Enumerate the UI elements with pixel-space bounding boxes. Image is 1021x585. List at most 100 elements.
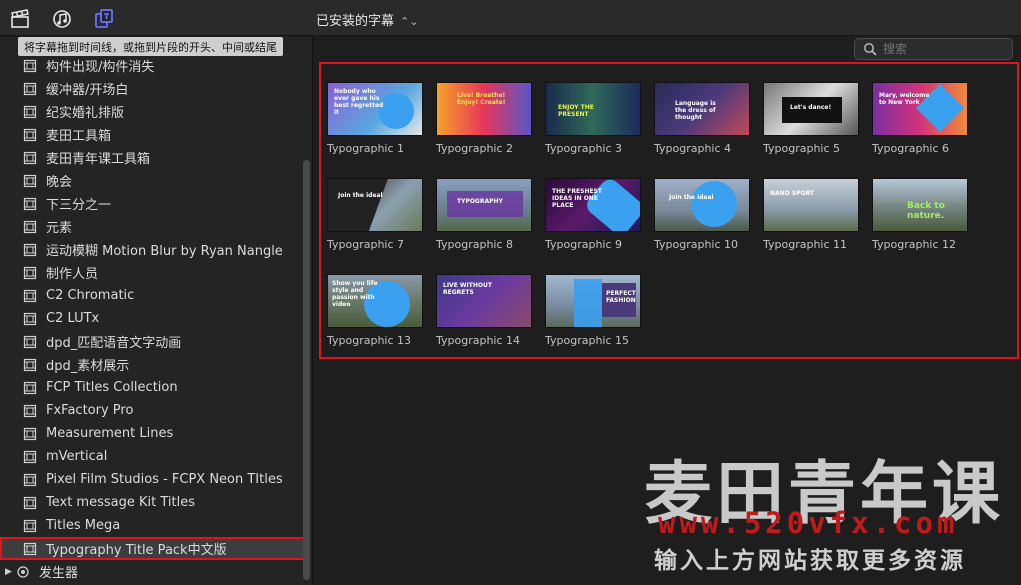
title-thumbnail[interactable]: Show you life style and passion with vid… <box>327 274 423 328</box>
title-tile-label: Typographic 11 <box>763 238 848 251</box>
title-thumbnail[interactable]: Let's dance! <box>763 82 859 136</box>
chevron-updown-icon: ⌃⌄ <box>400 15 419 28</box>
thumbnail-text: Join the ideal <box>338 192 383 199</box>
title-category-icon <box>23 404 37 418</box>
title-category-icon <box>23 197 37 211</box>
title-tile-label: Typographic 2 <box>436 142 514 155</box>
title-thumbnail[interactable]: TYPOGRAPHY <box>436 178 532 232</box>
sidebar-item[interactable]: Typography Title Pack中文版 <box>0 537 305 560</box>
title-tile[interactable]: Show you life style and passion with vid… <box>327 274 423 347</box>
sidebar-item[interactable]: 运动模糊 Motion Blur by Ryan Nangle <box>0 238 305 261</box>
music-note-icon[interactable] <box>52 9 72 29</box>
title-tile[interactable]: Back to nature. Typographic 12 <box>872 178 968 251</box>
titles-icon[interactable] <box>94 9 114 29</box>
sidebar-item[interactable]: 制作人员 <box>0 261 305 284</box>
title-tile-label: Typographic 14 <box>436 334 521 347</box>
sidebar-scrollbar[interactable] <box>303 160 310 580</box>
title-thumbnail[interactable]: Join the ideal <box>654 178 750 232</box>
title-tile[interactable]: TYPOGRAPHY Typographic 8 <box>436 178 532 251</box>
thumbnail-text: NANO SPORT <box>770 190 815 197</box>
sidebar-item[interactable]: C2 Chromatic <box>0 284 305 307</box>
search-input[interactable] <box>883 42 1003 56</box>
sidebar-item[interactable]: 构件出现/构件消失 <box>0 54 305 77</box>
title-tile[interactable]: Nobody who ever gave his best regretted … <box>327 82 423 155</box>
title-thumbnail[interactable]: PERFECT FASHION <box>545 274 641 328</box>
watermark-caption: 输入上方网站获取更多资源 <box>654 548 966 574</box>
title-thumbnail[interactable]: THE FRESHEST IDEAS IN ONE PLACE <box>545 178 641 232</box>
sidebar-item[interactable]: Pixel Film Studios - FCPX Neon TItles <box>0 468 305 491</box>
title-tile[interactable]: Join the ideal Typographic 10 <box>654 178 750 251</box>
thumbnail-text: Join the ideal <box>669 194 714 201</box>
thumbnail-text: Back to nature. <box>907 201 945 222</box>
title-thumbnail[interactable]: NANO SPORT <box>763 178 859 232</box>
title-tile-label: Typographic 10 <box>654 238 739 251</box>
title-thumbnail[interactable]: LIVE WITHOUT REGRETS <box>436 274 532 328</box>
title-tile[interactable]: Language is the dress of thought Typograp… <box>654 82 750 155</box>
sidebar-item-label: 构件出现/构件消失 <box>46 60 155 75</box>
sidebar-item-label: Measurement Lines <box>46 426 174 441</box>
title-category-icon <box>23 105 37 119</box>
sidebar-item-label: 缓冲器/开场白 <box>46 83 129 98</box>
title-tile-label: Typographic 3 <box>545 142 623 155</box>
disclosure-triangle-icon[interactable]: ▶ <box>5 567 13 577</box>
title-tile[interactable]: NANO SPORT Typographic 11 <box>763 178 859 251</box>
sidebar-item-label: 发生器 <box>39 566 79 581</box>
search-field[interactable] <box>854 38 1013 60</box>
sidebar-item[interactable]: Measurement Lines <box>0 422 305 445</box>
sidebar-item-label: 元素 <box>46 221 73 236</box>
sidebar-item[interactable]: 纪实婚礼排版 <box>0 100 305 123</box>
title-tile[interactable]: THE FRESHEST IDEAS IN ONE PLACE Typograph… <box>545 178 641 251</box>
title-thumbnail[interactable]: ENJOY THE PRESENT <box>545 82 641 136</box>
browser-title-dropdown[interactable]: 已安装的字幕 ⌃⌄ <box>316 10 418 29</box>
sidebar-item[interactable]: 晚会 <box>0 169 305 192</box>
sidebar-item[interactable]: FCP Titles Collection <box>0 376 305 399</box>
clapper-icon[interactable] <box>10 9 30 29</box>
title-category-icon <box>23 289 37 303</box>
sidebar-item-label: Typography Title Pack中文版 <box>46 543 227 558</box>
sidebar-item[interactable]: 缓冲器/开场白 <box>0 77 305 100</box>
thumbnail-text: Language is the dress of thought <box>675 100 716 121</box>
sidebar-item[interactable]: dpd_素材展示 <box>0 353 305 376</box>
sidebar-item[interactable]: dpd_匹配语音文字动画 <box>0 330 305 353</box>
title-tile[interactable]: Live! Breathe! Enjoy! Create! Typographic… <box>436 82 532 155</box>
title-tile-label: Typographic 4 <box>654 142 732 155</box>
title-tile-label: Typographic 9 <box>545 238 623 251</box>
sidebar-item-label: Titles Mega <box>46 518 121 533</box>
thumbnail-text: THE FRESHEST IDEAS IN ONE PLACE <box>552 188 602 209</box>
title-category-icon <box>23 473 37 487</box>
sidebar-item[interactable]: Titles Mega <box>0 514 305 537</box>
sidebar-item-label: 麦田工具箱 <box>46 129 112 144</box>
title-category-icon <box>23 358 37 372</box>
browser-title: 已安装的字幕 <box>316 14 395 29</box>
title-tile[interactable]: LIVE WITHOUT REGRETS Typographic 14 <box>436 274 532 347</box>
sidebar-item[interactable]: C2 LUTx <box>0 307 305 330</box>
title-thumbnail[interactable]: Language is the dress of thought <box>654 82 750 136</box>
title-tile[interactable]: Let's dance! Typographic 5 <box>763 82 859 155</box>
sidebar-item-label: FxFactory Pro <box>46 403 134 418</box>
title-tile[interactable]: PERFECT FASHION Typographic 15 <box>545 274 641 347</box>
title-tile[interactable]: ENJOY THE PRESENT Typographic 3 <box>545 82 641 155</box>
title-thumbnail[interactable]: Back to nature. <box>872 178 968 232</box>
sidebar-item[interactable]: FxFactory Pro <box>0 399 305 422</box>
title-thumbnail[interactable]: Live! Breathe! Enjoy! Create! <box>436 82 532 136</box>
sidebar-item[interactable]: Text message Kit Titles <box>0 491 305 514</box>
sidebar-item[interactable]: 麦田青年课工具箱 <box>0 146 305 169</box>
thumbnail-text: ENJOY THE PRESENT <box>558 104 594 118</box>
title-category-icon <box>23 82 37 96</box>
sidebar-item[interactable]: mVertical <box>0 445 305 468</box>
title-category-icon <box>23 312 37 326</box>
title-category-icon <box>23 151 37 165</box>
sidebar-item[interactable]: 元素 <box>0 215 305 238</box>
sidebar-item-label: 纪实婚礼排版 <box>46 106 125 121</box>
title-thumbnail[interactable]: Mary, welcome to New York <box>872 82 968 136</box>
title-thumbnail[interactable]: Nobody who ever gave his best regretted … <box>327 82 423 136</box>
title-category-icon <box>23 220 37 234</box>
watermark-url: www.520vfx.com <box>658 506 959 540</box>
title-category-icon <box>23 519 37 533</box>
title-tile[interactable]: Mary, welcome to New York Typographic 6 <box>872 82 968 155</box>
title-tile[interactable]: Join the ideal Typographic 7 <box>327 178 423 251</box>
sidebar-item-generators[interactable]: ▶ 发生器 <box>0 560 305 583</box>
sidebar-item[interactable]: 下三分之一 <box>0 192 305 215</box>
sidebar-item[interactable]: 麦田工具箱 <box>0 123 305 146</box>
title-thumbnail[interactable]: Join the ideal <box>327 178 423 232</box>
